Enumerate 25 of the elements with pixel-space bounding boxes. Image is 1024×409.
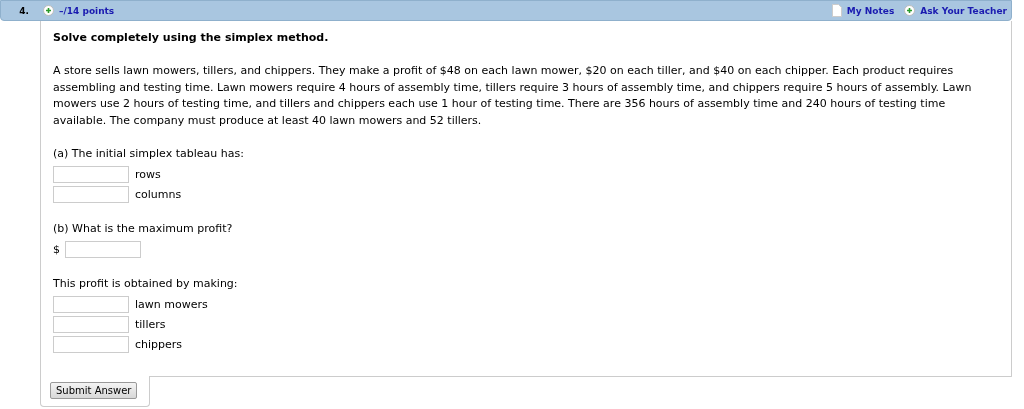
question-prompt: (b) What is the maximum profit? <box>53 222 234 235</box>
answer-field[interactable] <box>65 240 141 258</box>
header-link[interactable]: Ask Your Teacher <box>920 5 1007 16</box>
answer-field[interactable] <box>53 315 129 333</box>
unit-label: rows <box>135 167 161 181</box>
question-prompt: (a) The initial simplex tableau has: <box>53 147 245 160</box>
unit-label: lawn mowers <box>135 297 208 311</box>
question-prompt: This profit is obtained by making: <box>53 277 239 290</box>
problem-text: A store sells lawn mowers, tillers, and chippers. They make a profit of $48 on each lawn mower, $20 on each tiller, and $40 on each chipper. Each product requires assembling and testing time. Lawn mowers require 4 hours of assembly time, tillers require 3 hours of assembly time, and chippers require 5 hours of assembly. Lawn mowers use 2 hours of testing time, and tillers and chippers each use 1 hour of testing time. There are 356 hours of assembly time and 240 hours of testing time available. The company must produce at least 40 lawn mowers and 52 tillers. <box>53 63 973 129</box>
question-number: 4. <box>18 5 29 16</box>
points-link[interactable]: –/14 points <box>59 5 115 16</box>
unit-label: columns <box>135 187 182 201</box>
header-link[interactable]: My Notes <box>846 5 895 16</box>
plus-icon <box>43 5 54 16</box>
answer-field[interactable] <box>53 295 129 313</box>
document-icon <box>831 4 842 17</box>
answer-field[interactable] <box>53 165 129 183</box>
instruction: Solve completely using the simplex method. <box>53 31 330 44</box>
answer-field[interactable] <box>53 335 129 353</box>
plus-icon <box>904 5 916 16</box>
submit-button[interactable]: Submit Answer <box>50 382 138 399</box>
answer-field[interactable] <box>53 185 129 203</box>
unit-label: chippers <box>135 337 183 351</box>
currency-label: $ <box>53 242 59 256</box>
unit-label: tillers <box>135 317 166 331</box>
